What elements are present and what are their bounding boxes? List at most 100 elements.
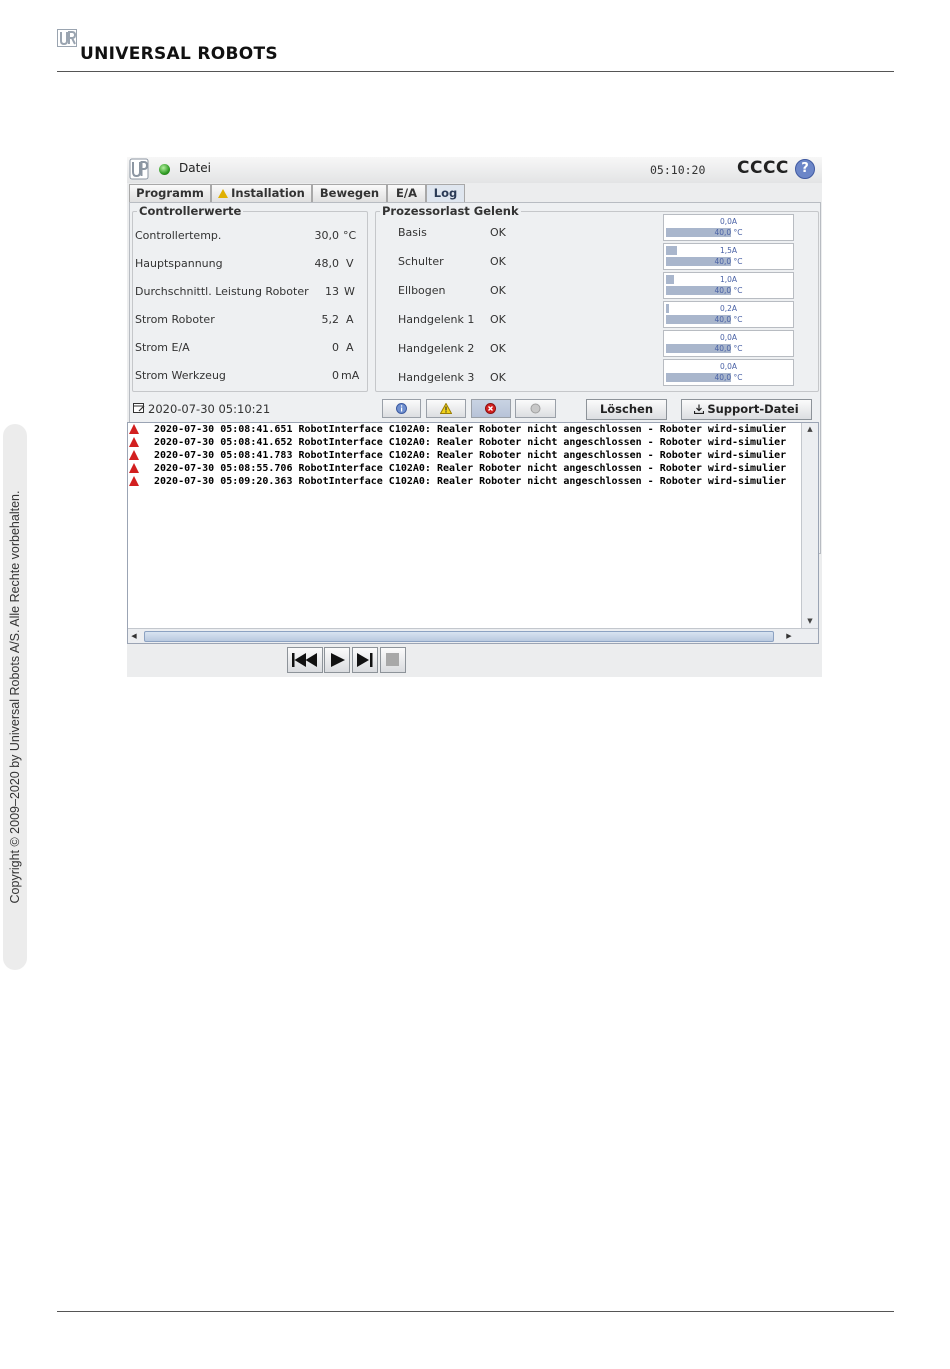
joint-status: OK [490, 255, 506, 268]
tab-programm[interactable]: Programm [129, 184, 211, 202]
joint-status: OK [490, 313, 506, 326]
info-icon [396, 403, 407, 414]
footer-rule [57, 1311, 894, 1312]
scroll-right-icon[interactable]: ▶ [783, 629, 795, 643]
stop-button[interactable] [380, 647, 406, 673]
controller-unit: °C [343, 229, 357, 242]
current-value: 1,5A [719, 246, 738, 255]
warning-icon [440, 403, 452, 414]
current-value: 1,0A [719, 275, 738, 284]
filter-error-button[interactable] [471, 399, 511, 418]
controller-unit: W [344, 285, 355, 298]
file-menu[interactable]: Datei [179, 161, 211, 175]
error-icon [485, 403, 496, 414]
support-file-button[interactable]: Support-Datei [681, 399, 812, 420]
controller-unit: A [346, 313, 354, 326]
joint-label: Schulter [398, 255, 444, 268]
scroll-thumb[interactable] [144, 631, 774, 642]
error-icon [129, 476, 139, 486]
rewind-icon [292, 653, 317, 667]
support-file-label: Support-Datei [707, 402, 799, 416]
tab-label: Log [433, 186, 458, 200]
temperature-value: 40,0 °C [714, 228, 743, 237]
scroll-up-icon[interactable]: ▲ [802, 423, 818, 436]
filter-debug-button[interactable] [515, 399, 556, 418]
tab-installation[interactable]: Installation [211, 184, 312, 202]
joint-label: Ellbogen [398, 284, 446, 297]
play-icon [331, 653, 345, 667]
calendar-icon [133, 403, 145, 413]
step-icon [357, 653, 373, 667]
tab-label: Bewegen [319, 186, 380, 200]
controller-values-group: Controllerwerte Controllertemp. 30,0 °C … [132, 204, 368, 392]
current-value: 0,0A [719, 333, 738, 342]
joint-label: Handgelenk 2 [398, 342, 475, 355]
rewind-button[interactable] [287, 647, 323, 673]
controller-label: Strom Werkzeug [135, 369, 226, 382]
polyscope-window: Datei 05:10:20 CCCC ? Programm Installat… [127, 157, 822, 677]
joint-meter: 1,5A 40,0 °C [663, 243, 794, 270]
log-list[interactable]: 2020-07-30 05:08:41.651 RobotInterface C… [127, 422, 819, 644]
brand-name: UNIVERSAL ROBOTS [80, 44, 278, 64]
controller-unit: A [346, 341, 354, 354]
clear-log-button[interactable]: Löschen [586, 399, 667, 420]
error-icon [129, 437, 139, 447]
controller-value: 13 [325, 285, 339, 298]
tab-log[interactable]: Log [426, 184, 465, 203]
group-title: Prozessorlast Gelenk [380, 204, 521, 218]
controller-label: Strom Roboter [135, 313, 215, 326]
play-button[interactable] [324, 647, 350, 673]
controller-label: Controllertemp. [135, 229, 222, 242]
tab-label: E/A [396, 186, 417, 200]
joint-status: OK [490, 226, 506, 239]
scroll-left-icon[interactable]: ◀ [128, 629, 140, 643]
temperature-value: 40,0 °C [714, 315, 743, 324]
joint-status: OK [490, 284, 506, 297]
filter-info-button[interactable] [382, 399, 421, 418]
tab-bewegen[interactable]: Bewegen [312, 184, 387, 202]
header-rule [57, 71, 894, 72]
current-value: 0,2A [719, 304, 738, 313]
error-icon [129, 424, 139, 434]
controller-value: 5,2 [321, 313, 340, 326]
joint-meter: 1,0A 40,0 °C [663, 272, 794, 299]
scroll-down-icon[interactable]: ▼ [802, 615, 818, 628]
temperature-value: 40,0 °C [714, 373, 743, 382]
temperature-value: 40,0 °C [714, 286, 743, 295]
robot-status-indicator [159, 164, 170, 175]
log-toolbar: 2020-07-30 05:10:21 Löschen Support-Date… [130, 399, 820, 423]
robot-name: CCCC [737, 158, 789, 178]
title-bar: Datei 05:10:20 CCCC ? [127, 157, 822, 183]
group-title: Controllerwerte [137, 204, 244, 218]
tab-label: Programm [136, 186, 204, 200]
debug-icon [530, 403, 541, 414]
log-timestamp: 2020-07-30 05:10:21 [148, 402, 271, 416]
temperature-value: 40,0 °C [714, 257, 743, 266]
temperature-value: 40,0 °C [714, 344, 743, 353]
joint-load-group: Prozessorlast Gelenk Basis OK 0,0A 40,0 … [375, 204, 819, 392]
ur-logo-icon [57, 29, 77, 47]
warning-icon [218, 189, 229, 198]
error-icon [129, 463, 139, 473]
tab-label: Installation [231, 186, 305, 200]
stop-icon [386, 653, 399, 666]
joint-meter: 0,2A 40,0 °C [663, 301, 794, 328]
joint-status: OK [490, 342, 506, 355]
controller-label: Strom E/A [135, 341, 190, 354]
joint-label: Basis [398, 226, 427, 239]
step-button[interactable] [352, 647, 378, 673]
filter-warning-button[interactable] [426, 399, 466, 418]
controller-value: 30,0 [314, 229, 340, 242]
ur-menu-logo-icon[interactable] [129, 158, 149, 180]
controller-unit: V [346, 257, 354, 270]
current-value: 0,0A [719, 217, 738, 226]
controller-value: 0 [332, 369, 339, 382]
controller-label: Hauptspannung [135, 257, 223, 270]
tab-ea[interactable]: E/A [387, 184, 426, 202]
current-value: 0,0A [719, 362, 738, 371]
vertical-scrollbar[interactable]: ▲ ▼ [801, 423, 818, 628]
controller-value: 48,0 [314, 257, 340, 270]
help-icon[interactable]: ? [795, 159, 815, 179]
horizontal-scrollbar[interactable]: ◀ ▶ [128, 628, 818, 643]
joint-meter: 0,0A 40,0 °C [663, 214, 794, 241]
